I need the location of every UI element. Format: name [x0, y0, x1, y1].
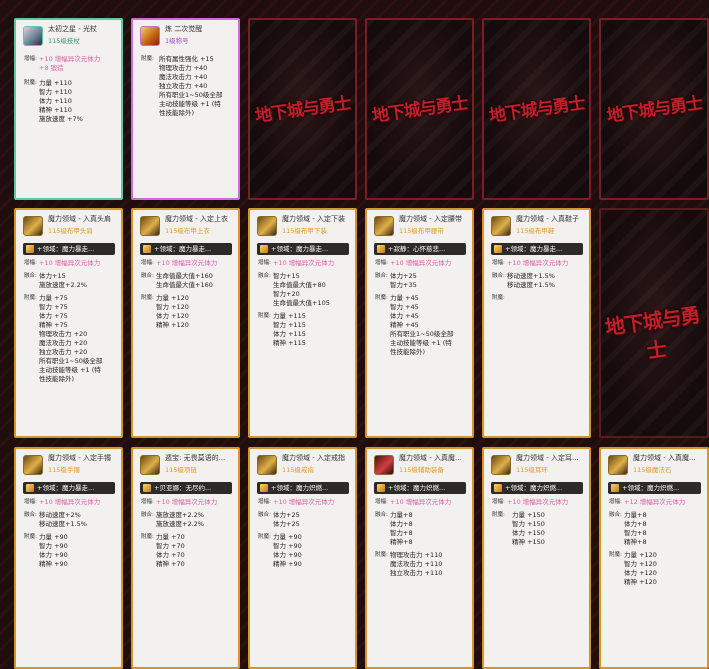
weapon-icon [23, 26, 43, 46]
game-logo: 地下城与勇士 [370, 93, 469, 127]
pants-icon [257, 216, 277, 236]
bracelet-card[interactable]: 魔力领域 - 入定手镯 115级手镯 +领域：魔力暴走... 增幅: +10 增幅异… [14, 447, 123, 669]
shoulder-card[interactable]: 魔力领域 - 入真头肩 115级布甲头肩 +领域：魔力暴走... 增幅: +10 增… [14, 208, 123, 438]
emblem-slot: +领域：魔力炽燃... [608, 482, 701, 494]
game-logo: 地下城与勇士 [605, 93, 704, 127]
weapon-card[interactable]: 太初之星 - 光杖 115级技杖 增幅: +10 增幅异次元体力 +8 锻造 附魔… [14, 18, 123, 200]
empty-slot[interactable]: 地下城与勇士 [248, 18, 357, 200]
title-icon [140, 26, 160, 46]
magic-stone-icon [608, 455, 628, 475]
title-card[interactable]: 炼 二次觉醒 1级称号 附魔: 所有属性强化 +15 物理攻击力 +40 魔法攻击力… [131, 18, 240, 200]
bottom-card[interactable]: 魔力领域 - 入定下装 115级布甲下装 +领域：魔力暴走... 增幅: +10 增… [248, 208, 357, 438]
game-logo: 地下城与勇士 [603, 302, 701, 363]
item-type: 1级称号 [165, 37, 189, 45]
item-type: 115级技杖 [48, 37, 80, 45]
earring-card[interactable]: 魔力领域 - 入定耳... 115级耳环 +领域：魔力炽燃... 增幅: +10 增… [482, 447, 591, 669]
shoes-card[interactable]: 魔力领域 - 入真鞋子 115级布甲鞋 +领域：魔力暴走... 增幅: +10 增幅… [482, 208, 591, 438]
magicstone-card[interactable]: 魔力领域 - 入真魔... 115级魔法石 +领域：魔力炽燃... 增幅: +12 … [599, 447, 709, 669]
emblem-slot: +领域：魔力暴走... [491, 243, 583, 255]
emblem-slot: +领域：魔力炽燃... [374, 482, 466, 494]
ring-icon [257, 455, 277, 475]
emblem-slot: +领域：魔力暴走... [23, 243, 115, 255]
shoes-icon [491, 216, 511, 236]
subequip-card[interactable]: 魔力领域 - 入真魔... 115级辅助装备 +领域：魔力炽燃... 增幅: +10… [365, 447, 474, 669]
emblem-slot: +贝亚娜：无尽约... [140, 482, 232, 494]
top-card[interactable]: 魔力领域 - 入定上衣 115级布甲上衣 +领域：魔力暴走... 增幅: +10 增… [131, 208, 240, 438]
empty-slot[interactable]: 地下城与勇士 [482, 18, 591, 200]
ring-card[interactable]: 魔力领域 - 入定戒指 115级戒指 +领域：魔力炽燃... 增幅: +10 增幅异… [248, 447, 357, 669]
necklace-card[interactable]: 遁宝: 无畏莫语的... 115级项链 +贝亚娜：无尽约... 增幅: +10 增幅… [131, 447, 240, 669]
subequipment-icon [374, 455, 394, 475]
game-logo: 地下城与勇士 [253, 93, 352, 127]
emblem-slot: +领域：魔力暴走... [140, 243, 232, 255]
belt-card[interactable]: 魔力领域 - 入定腰带 115级布甲腰带 +寂静：心怀慈悲... 增幅: +10 增… [365, 208, 474, 438]
top-armor-icon [140, 216, 160, 236]
necklace-icon [140, 455, 160, 475]
item-name: 太初之星 - 光杖 [48, 25, 97, 33]
emblem-slot: +寂静：心怀慈悲... [374, 243, 466, 255]
emblem-slot: +领域：魔力暴走... [257, 243, 349, 255]
emblem-slot: +领域：魔力炽燃... [257, 482, 349, 494]
bracelet-icon [23, 455, 43, 475]
empty-slot[interactable]: 地下城与勇士 [365, 18, 474, 200]
emblem-slot: +领域：魔力暴走... [23, 482, 115, 494]
emblem-slot: +领域：魔力炽燃... [491, 482, 583, 494]
item-name: 炼 二次觉醒 [165, 25, 203, 33]
shoulder-armor-icon [23, 216, 43, 236]
game-logo: 地下城与勇士 [487, 93, 586, 127]
earring-icon [491, 455, 511, 475]
empty-slot[interactable]: 地下城与勇士 [599, 208, 709, 438]
belt-icon [374, 216, 394, 236]
empty-slot[interactable]: 地下城与勇士 [599, 18, 709, 200]
